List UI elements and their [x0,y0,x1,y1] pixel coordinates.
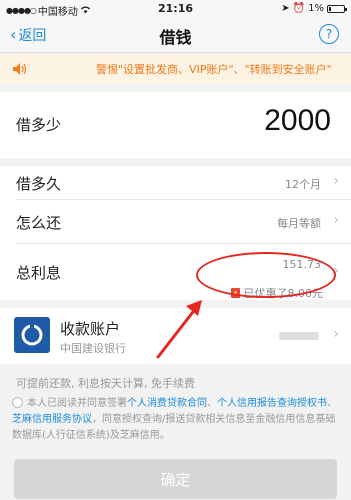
receiving-account-label: 收款账户 [60,320,121,338]
confirm-button[interactable]: 确定 [14,459,337,499]
status-bar: ●●●●○ 中国移动 21:16 ➤ ⏰ 1% [0,0,351,18]
help-icon[interactable]: ? [319,24,339,44]
nav-bar: ‹ 返回 借钱 ? [0,17,351,53]
interest-label: 总利息 [16,264,62,282]
location-icon: ➤ [281,3,290,14]
chevron-right-icon: › [333,173,339,189]
amount-row[interactable]: 借多少 2000 [0,92,351,158]
term-label: 借多久 [16,175,62,193]
bank-name: 中国建设银行 [60,342,126,355]
chevron-right-icon: › [333,326,339,342]
amount-label: 借多少 [16,116,62,134]
agreement-text: 本人已阅读并同意签署个人消费贷款合同、个人信用报告查询授权书、芝麻信用服务协议，… [12,397,337,441]
term-row[interactable]: 借多久 12个月 › [0,166,351,200]
warning-banner[interactable]: 警惕"设置批发商、VIP账户"、"转账到安全账户" [0,54,351,84]
zhima-agreement-link[interactable]: 芝麻信用服务协议 [12,414,92,425]
speaker-icon [13,63,27,75]
battery-percent: 1% [308,3,324,14]
repay-row[interactable]: 怎么还 每月等额 › [0,200,351,244]
repay-value: 每月等额 [277,217,321,230]
agree-checkbox[interactable] [12,397,23,408]
amount-value[interactable]: 2000 [264,104,331,138]
contract-link[interactable]: 个人消费贷款合同 [127,398,207,409]
bank-logo-icon [14,317,50,353]
alarm-icon: ⏰ [292,3,306,14]
term-value: 12个月 [285,178,321,191]
chevron-right-icon: › [333,212,339,228]
page-title: 借钱 [159,28,192,47]
masked-account-number [279,332,319,340]
battery-icon [327,4,347,13]
credit-report-auth-link[interactable]: 个人信用报告查询授权书 [217,398,327,409]
annotation-circle [196,252,336,298]
repayment-note: 可提前还款, 利息按天计算, 免手续费 [16,377,195,390]
warning-text: 警惕"设置批发商、VIP账户"、"转账到安全账户" [96,63,332,76]
repay-label: 怎么还 [16,214,62,232]
